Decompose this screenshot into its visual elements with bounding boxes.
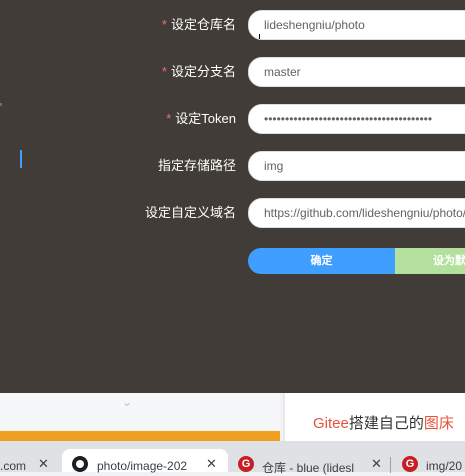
branch-field[interactable] bbox=[248, 57, 465, 87]
article-title[interactable]: Gitee搭建自己的图床 bbox=[313, 412, 454, 433]
settings-panel: *设定仓库名 *设定分支名 *设定Token 指定存储路径 设定自定义域名 确定… bbox=[0, 0, 465, 393]
repo-row: * 设定仓库名 bbox=[0, 10, 465, 40]
repo-input[interactable] bbox=[249, 11, 465, 39]
confirm-button[interactable]: 确定 bbox=[248, 248, 395, 274]
repo-field[interactable] bbox=[248, 10, 465, 40]
branch-label: * 设定分支名 bbox=[161, 64, 236, 79]
collapse-area bbox=[0, 393, 280, 430]
gitee-icon: G bbox=[402, 456, 418, 472]
chevron-down-icon[interactable]: ⌄ bbox=[122, 395, 132, 409]
token-row: * 设定Token bbox=[0, 104, 465, 134]
path-row: 指定存储路径 bbox=[0, 151, 465, 181]
domain-label: 设定自定义域名 bbox=[144, 205, 236, 220]
close-icon[interactable]: ✕ bbox=[38, 456, 49, 472]
token-input[interactable] bbox=[249, 105, 465, 133]
path-label: 指定存储路径 bbox=[157, 158, 236, 173]
path-field[interactable] bbox=[248, 151, 465, 181]
domain-input[interactable] bbox=[249, 199, 465, 227]
domain-field[interactable] bbox=[248, 198, 465, 228]
set-default-button[interactable]: 设为默 bbox=[395, 248, 465, 274]
github-icon bbox=[72, 456, 88, 472]
tab-label-2[interactable]: photo/image-202 bbox=[97, 459, 187, 473]
orange-banner bbox=[0, 431, 280, 441]
tab-label-4[interactable]: img/20 bbox=[426, 459, 462, 473]
token-label: * 设定Token bbox=[166, 111, 236, 126]
repo-label: * 设定仓库名 bbox=[161, 17, 236, 32]
tab-label-3[interactable]: 仓库 - blue (lidesl bbox=[262, 459, 354, 476]
tab-label-1[interactable]: .com bbox=[0, 459, 26, 473]
branch-row: * 设定分支名 bbox=[0, 57, 465, 87]
text-caret bbox=[259, 34, 260, 39]
token-field[interactable] bbox=[248, 104, 465, 134]
path-input[interactable] bbox=[249, 152, 465, 180]
branch-input[interactable] bbox=[249, 58, 465, 86]
close-icon[interactable]: ✕ bbox=[371, 456, 382, 472]
gitee-icon: G bbox=[238, 456, 254, 472]
tab-separator bbox=[390, 457, 391, 473]
domain-row: 设定自定义域名 bbox=[0, 198, 465, 228]
close-icon[interactable]: ✕ bbox=[206, 456, 217, 472]
